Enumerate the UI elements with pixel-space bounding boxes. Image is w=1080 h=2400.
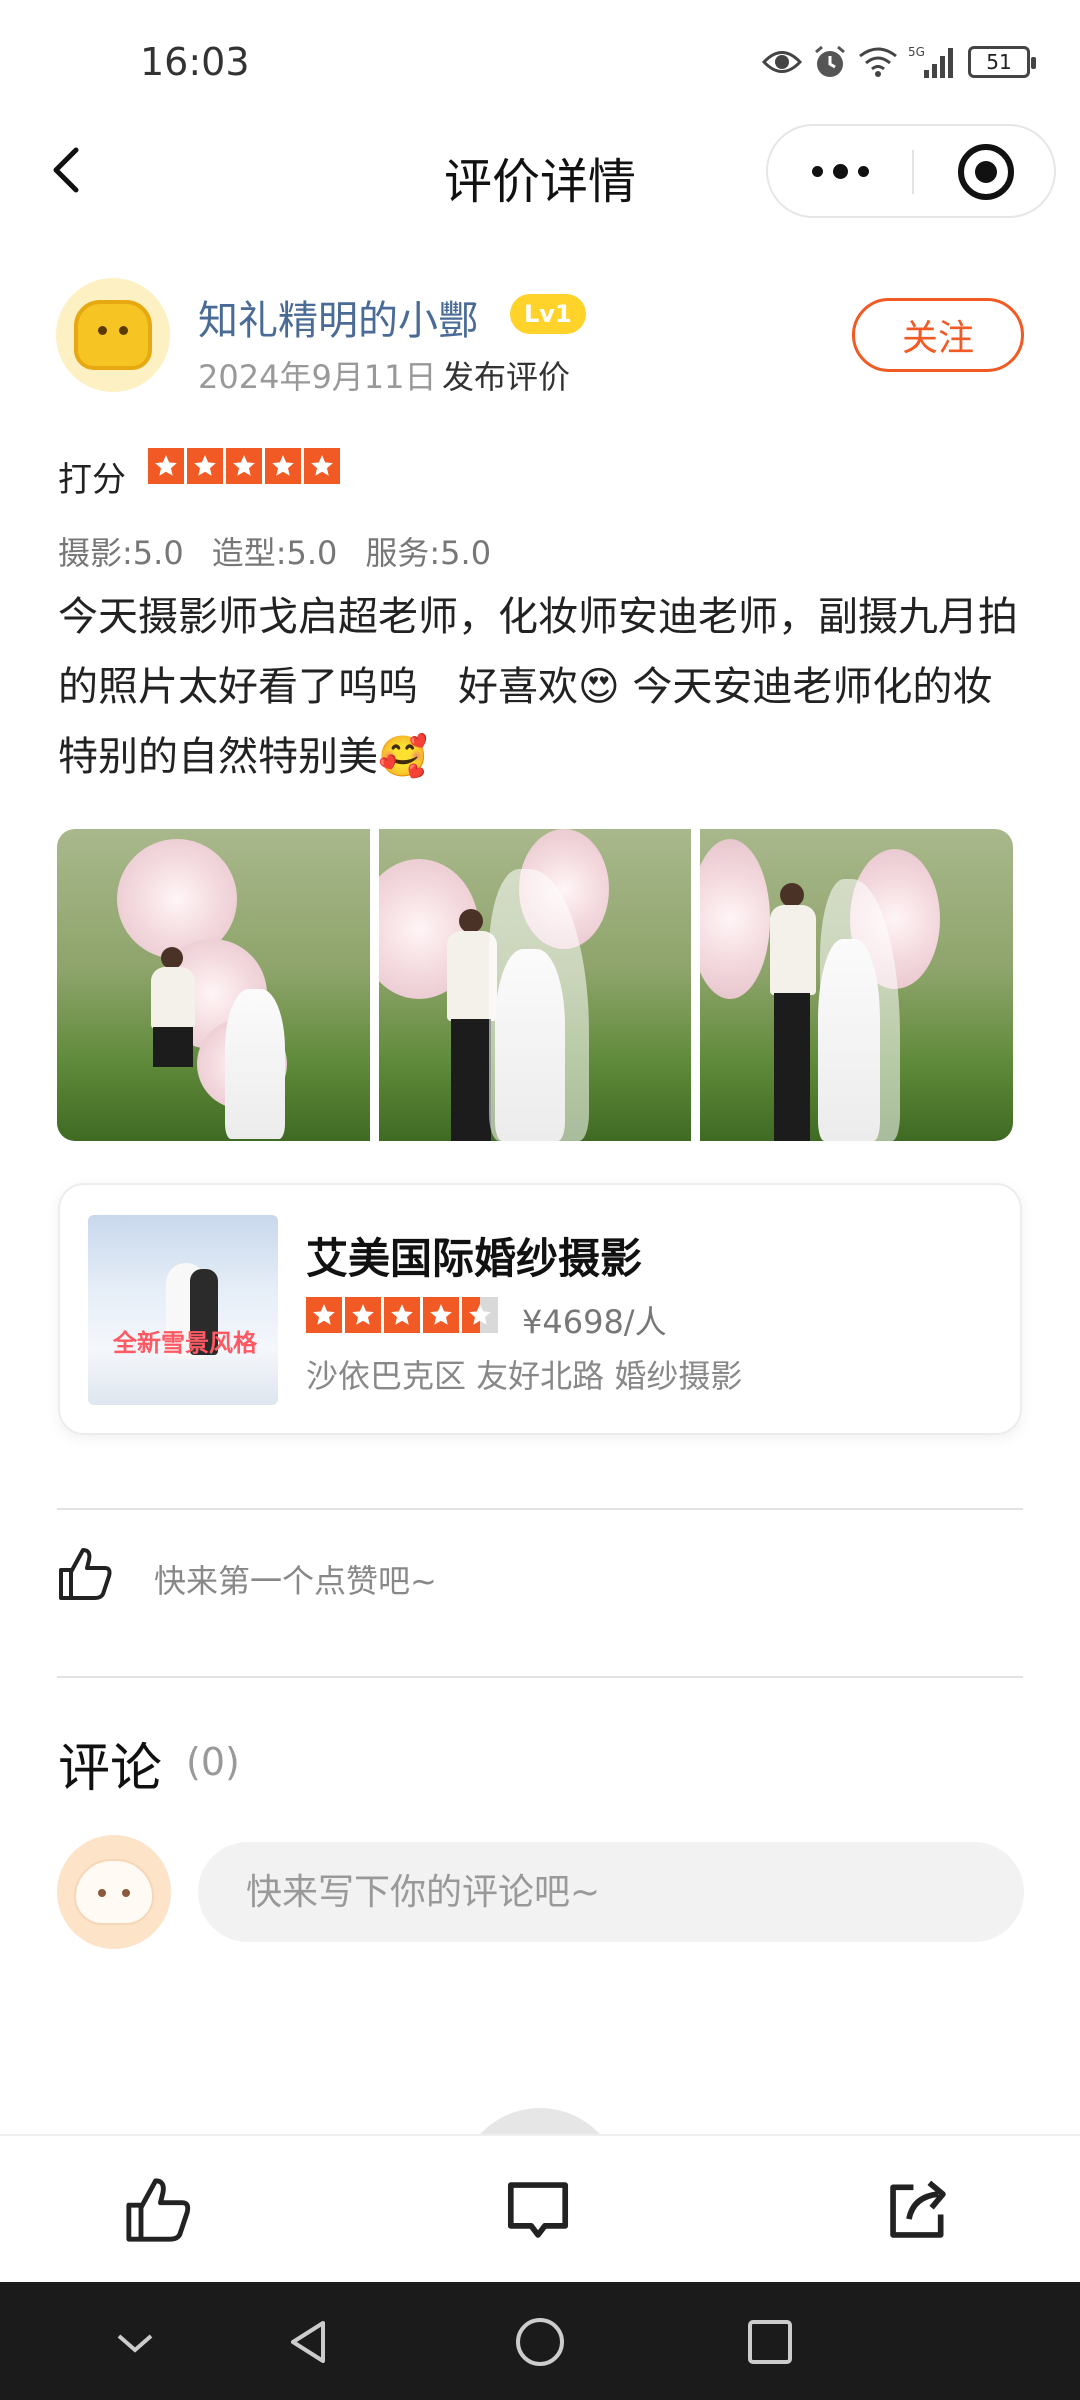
more-dots-icon [811, 165, 823, 177]
like-hint: 快来第一个点赞吧~ [154, 1562, 437, 1600]
star-icon [187, 448, 223, 484]
shop-thumbnail: 全新雪景风格 [88, 1215, 278, 1405]
comment-count: (0) [186, 1740, 240, 1784]
star-icon [384, 1297, 420, 1333]
comment-icon [507, 2182, 569, 2238]
more-button[interactable] [768, 126, 912, 216]
shop-meta: 沙依巴克区 友好北路 婚纱摄影 [306, 1357, 743, 1395]
user-avatar[interactable] [56, 278, 170, 392]
sub-scores: 摄影:5.0 造型:5.0 服务:5.0 [58, 528, 491, 574]
triangle-back-icon [291, 2321, 325, 2363]
like-button[interactable] [120, 2172, 196, 2248]
like-icon[interactable] [57, 1546, 113, 1602]
system-navigation-bar [0, 2282, 1080, 2400]
sub-score-item: 服务:5.0 [365, 534, 492, 572]
photo-2[interactable] [378, 829, 692, 1141]
signal-5g-icon: 5G [908, 45, 953, 78]
comment-title: 评论 [58, 1739, 163, 1799]
shop-thumbnail-text: 全新雪景风格 [113, 1329, 257, 1357]
target-icon[interactable] [958, 144, 1014, 200]
sub-score-item: 摄影:5.0 [58, 534, 184, 572]
score-label: 打分 [58, 460, 126, 500]
comment-input[interactable] [198, 1842, 1024, 1942]
star-icon [265, 448, 301, 484]
circle-home-icon [516, 2318, 564, 2366]
status-icons: 5G 51 [762, 44, 1036, 80]
thumbs-up-icon [126, 2178, 191, 2242]
star-icon [226, 448, 262, 484]
chevron-down-icon [117, 2334, 153, 2353]
photo-1[interactable] [57, 829, 370, 1141]
post-action: 发布评价 [442, 358, 571, 396]
status-bar: 16:03 5G 51 [0, 0, 1080, 130]
sub-score-item: 造型:5.0 [211, 534, 338, 572]
nav-recents-button[interactable] [740, 2312, 800, 2372]
divider [57, 1508, 1023, 1510]
divider [57, 1676, 1023, 1678]
star-icon [148, 448, 184, 484]
svg-text:5G: 5G [908, 45, 925, 59]
mini-program-capsule [766, 124, 1056, 218]
level-badge: Lv1 [510, 294, 586, 334]
shop-name: 艾美国际婚纱摄影 [306, 1234, 643, 1283]
nav-collapse-button[interactable] [105, 2312, 165, 2372]
photo-3[interactable] [700, 829, 1013, 1141]
bottom-toolbar [0, 2134, 1080, 2282]
username[interactable]: 知礼精明的小酆 [198, 288, 478, 346]
wifi-icon [859, 47, 897, 77]
current-user-avatar [57, 1835, 171, 1949]
star-icon [304, 448, 340, 484]
shop-card[interactable]: 全新雪景风格 艾美国际婚纱摄影 ¥4698/人 沙依巴克区 友好北路 婚纱摄影 [58, 1183, 1022, 1435]
follow-button[interactable]: 关注 [852, 298, 1024, 372]
battery-level: 51 [986, 50, 1012, 74]
capsule-divider [912, 150, 914, 194]
star-icon [462, 1297, 498, 1333]
share-icon [890, 2180, 946, 2238]
square-recents-icon [748, 2320, 792, 2364]
share-button[interactable] [880, 2172, 956, 2248]
status-time: 16:03 [140, 40, 250, 84]
star-icon [306, 1297, 342, 1333]
comment-button[interactable] [500, 2172, 576, 2248]
shop-rating-stars [306, 1297, 498, 1333]
alarm-icon [815, 45, 845, 77]
star-icon [423, 1297, 459, 1333]
eye-icon [762, 51, 802, 73]
shop-price: ¥4698/人 [522, 1303, 667, 1341]
post-date: 2024年9月11日 [198, 358, 437, 396]
nav-home-button[interactable] [510, 2312, 570, 2372]
photo-gallery [57, 829, 1013, 1141]
review-text: 今天摄影师戈启超老师，化妆师安迪老师，副摄九月拍的照片太好看了呜呜 好喜欢😍 今… [58, 594, 1018, 780]
star-icon [345, 1297, 381, 1333]
battery-icon: 51 [968, 46, 1036, 78]
review-stars [148, 448, 340, 484]
nav-back-button[interactable] [278, 2312, 338, 2372]
